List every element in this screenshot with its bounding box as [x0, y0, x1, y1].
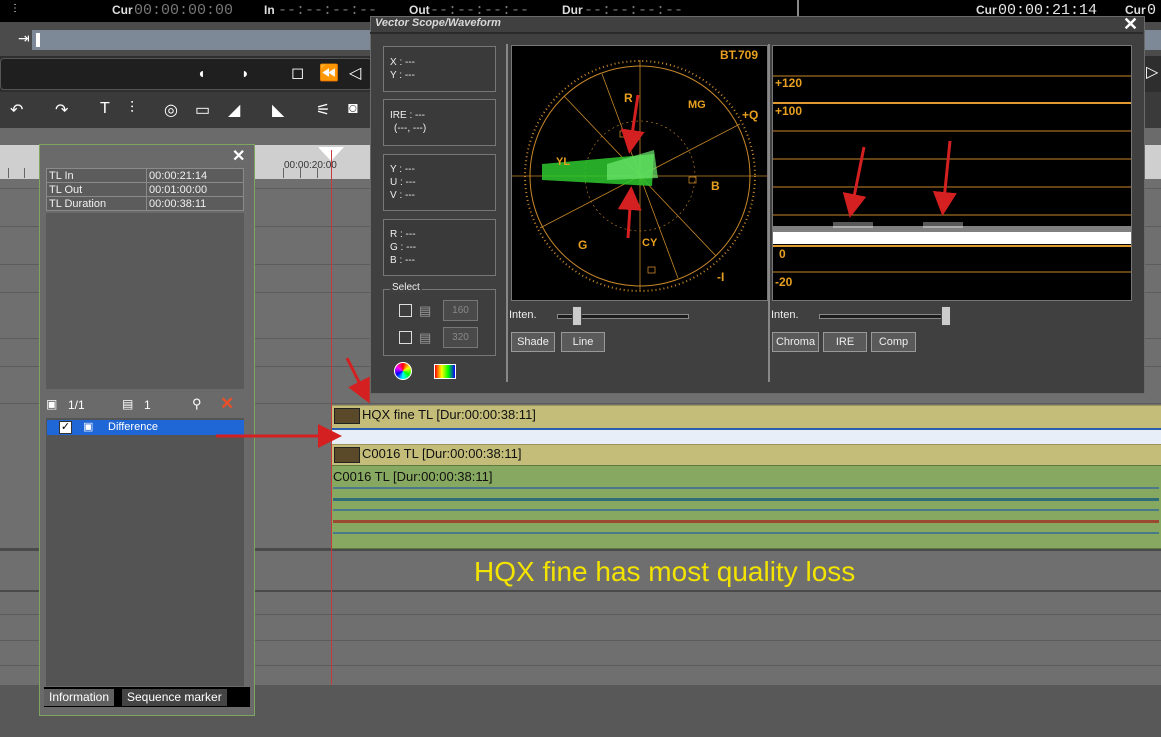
arrow-waveform-1: [842, 146, 867, 218]
arrow-waveform-2: [932, 140, 957, 216]
arrow-vectorscope-top: [620, 94, 645, 154]
annotation-arrows: [216, 94, 957, 448]
arrow-vectorscope-bottom: [617, 186, 642, 239]
arrow-to-hqx-clip: [345, 357, 370, 404]
